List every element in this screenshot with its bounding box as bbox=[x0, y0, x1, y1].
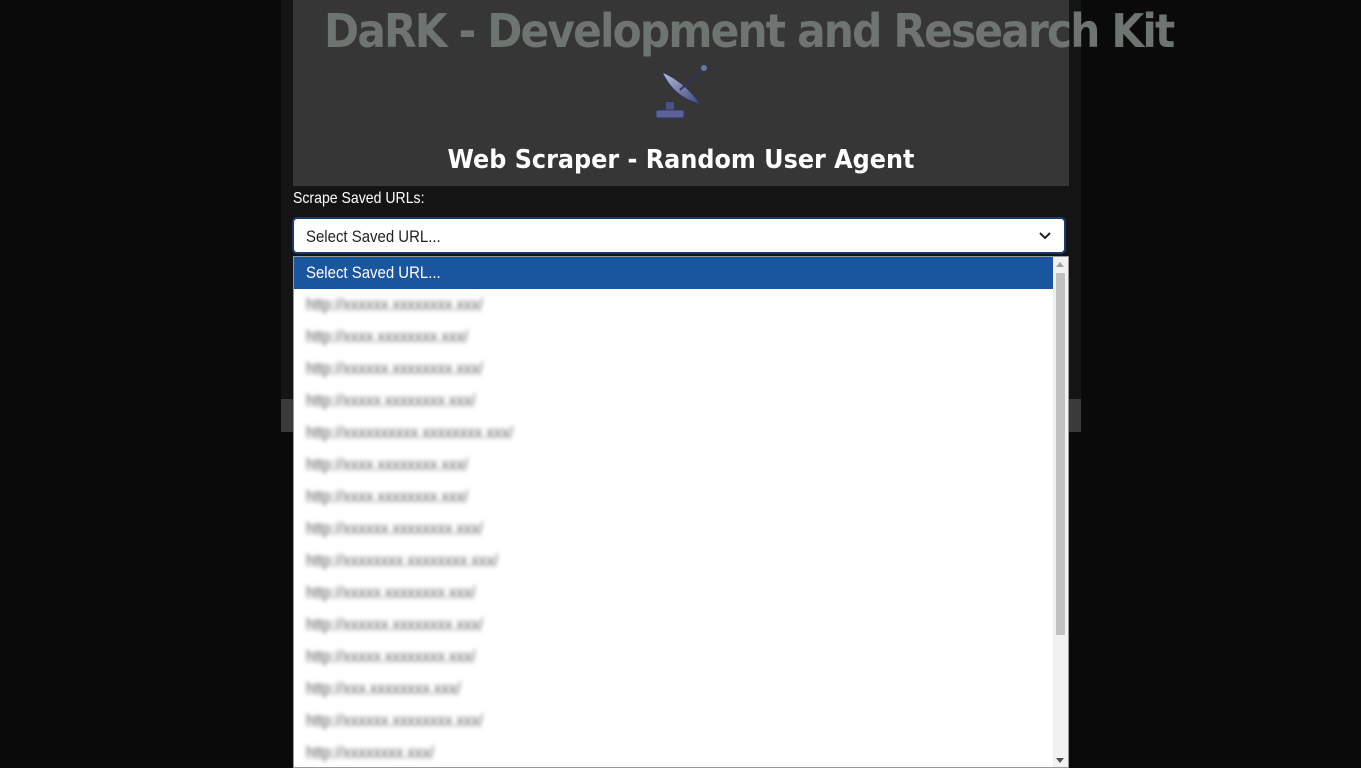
dropdown-option[interactable]: http://xxx.xxxxxxxx.xxx/ bbox=[294, 673, 1054, 705]
saved-url-select[interactable]: Select Saved URL... bbox=[292, 217, 1066, 254]
dropdown-option[interactable]: http://xxxx.xxxxxxxx.xxx/ bbox=[294, 321, 1054, 353]
option-label: http://xxxxxxxx.xxx/ bbox=[306, 743, 435, 762]
dropdown-option[interactable]: http://xxxxxx.xxxxxxxx.xxx/ bbox=[294, 289, 1054, 321]
satellite-dish-icon bbox=[655, 65, 707, 119]
dropdown-option[interactable]: http://xxxxxx.xxxxxxxx.xxx/ bbox=[294, 705, 1054, 737]
dropdown-option[interactable]: http://xxxxxx.xxxxxxxx.xxx/ bbox=[294, 353, 1054, 385]
dropdown-option[interactable]: http://xxxx.xxxxxxxx.xxx/ bbox=[294, 481, 1054, 513]
option-label: http://xxxx.xxxxxxxx.xxx/ bbox=[306, 327, 469, 346]
dropdown-option[interactable]: http://xxxxx.xxxxxxxx.xxx/ bbox=[294, 577, 1054, 609]
dropdown-option[interactable]: http://xxxx.xxxxxxxx.xxx/ bbox=[294, 449, 1054, 481]
dropdown-scrollbar[interactable] bbox=[1053, 257, 1068, 767]
scroll-up-arrow-icon[interactable] bbox=[1056, 262, 1064, 267]
dropdown-option[interactable]: http://xxxxx.xxxxxxxx.xxx/ bbox=[294, 641, 1054, 673]
dropdown-option[interactable]: http://xxxxxxxx.xxx/ bbox=[294, 737, 1054, 767]
option-label: http://xxxxxx.xxxxxxxx.xxx/ bbox=[306, 359, 484, 378]
option-label: http://xxxxx.xxxxxxxx.xxx/ bbox=[306, 583, 476, 602]
scroll-down-arrow-icon[interactable] bbox=[1056, 758, 1064, 763]
chevron-down-icon bbox=[1039, 232, 1051, 240]
option-label: http://xxxxxxxxxx.xxxxxxxx.xxx/ bbox=[306, 423, 513, 442]
dropdown-option[interactable]: Select Saved URL... bbox=[294, 257, 1054, 289]
dropdown-option[interactable]: http://xxxxxxxx.xxxxxxxx.xxx/ bbox=[294, 545, 1054, 577]
option-list: Select Saved URL... http://xxxxxx.xxxxxxx… bbox=[294, 257, 1068, 767]
option-label: http://xxxxx.xxxxxxxx.xxx/ bbox=[306, 391, 476, 410]
dropdown-option[interactable]: http://xxxxxx.xxxxxxxx.xxx/ bbox=[294, 513, 1054, 545]
option-label: http://xxxxxx.xxxxxxxx.xxx/ bbox=[306, 615, 484, 634]
option-label: http://xxxxxxxx.xxxxxxxx.xxx/ bbox=[306, 551, 499, 570]
dropdown-option[interactable]: http://xxxxx.xxxxxxxx.xxx/ bbox=[294, 385, 1054, 417]
option-label: http://xxxx.xxxxxxxx.xxx/ bbox=[306, 455, 469, 474]
option-label: http://xxxxxx.xxxxxxxx.xxx/ bbox=[306, 711, 484, 730]
page-subtitle: Web Scraper - Random User Agent bbox=[447, 145, 915, 175]
dropdown-option[interactable]: http://xxxxxxxxxx.xxxxxxxx.xxx/ bbox=[294, 417, 1054, 449]
option-label: http://xxx.xxxxxxxx.xxx/ bbox=[306, 679, 461, 698]
scroll-thumb[interactable] bbox=[1056, 273, 1065, 635]
option-label: http://xxxxxx.xxxxxxxx.xxx/ bbox=[306, 295, 484, 314]
saved-url-dropdown-list[interactable]: Select Saved URL... http://xxxxxx.xxxxxxx… bbox=[293, 256, 1069, 768]
option-label: http://xxxxx.xxxxxxxx.xxx/ bbox=[306, 647, 476, 666]
option-label: http://xxxxxx.xxxxxxxx.xxx/ bbox=[306, 519, 484, 538]
hidden-button-edge-left bbox=[281, 399, 293, 432]
site-title: DaRK - Development and Research Kit bbox=[324, 4, 1175, 58]
option-label: http://xxxx.xxxxxxxx.xxx/ bbox=[306, 487, 469, 506]
hidden-button-edge-right bbox=[1069, 399, 1081, 432]
dropdown-option[interactable]: http://xxxxxx.xxxxxxxx.xxx/ bbox=[294, 609, 1054, 641]
option-label: Select Saved URL... bbox=[306, 263, 441, 282]
select-current-value: Select Saved URL... bbox=[306, 227, 441, 246]
scrape-saved-urls-label: Scrape Saved URLs: bbox=[293, 190, 425, 207]
